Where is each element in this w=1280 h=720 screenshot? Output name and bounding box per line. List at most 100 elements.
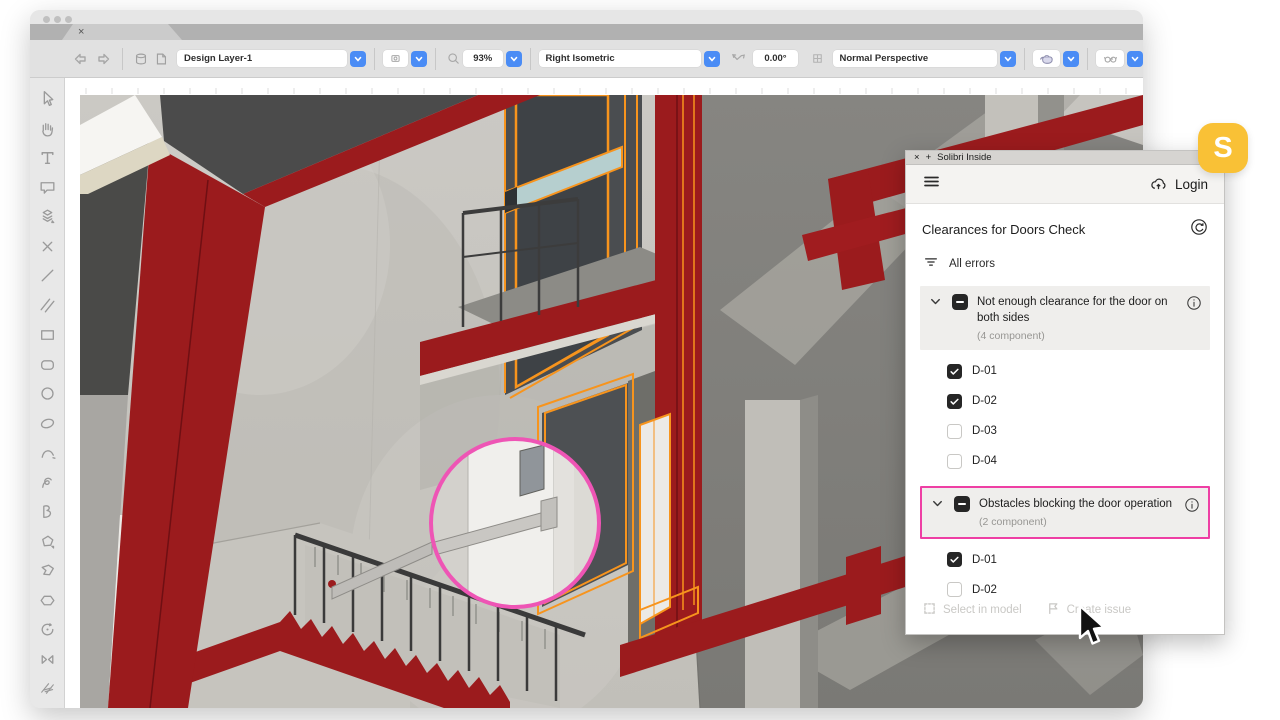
rotation-angle-field[interactable]: 0.00° — [753, 50, 797, 67]
render-mode-chevron-button[interactable] — [1063, 51, 1079, 67]
component-label: D-04 — [972, 455, 997, 467]
tool-layers-icon[interactable] — [33, 202, 61, 232]
solibri-logo: S — [1198, 123, 1248, 173]
component-list: D-01 D-02 D-03 D-04 — [906, 356, 1224, 476]
projection-chevron-button[interactable] — [1000, 51, 1016, 67]
projection-combo[interactable]: Normal Perspective — [833, 50, 997, 67]
component-label: D-02 — [972, 395, 997, 407]
tool-reshape-icon[interactable] — [33, 556, 61, 586]
solibri-inside-panel: × + Solibri Inside Login Clearances for … — [905, 150, 1225, 635]
saved-view-chevron-button[interactable] — [411, 51, 427, 67]
tool-freehand-icon[interactable] — [33, 468, 61, 498]
component-row[interactable]: D-01 — [906, 545, 1224, 575]
layers-stack-icon[interactable] — [133, 51, 149, 67]
tool-selection-icon[interactable] — [33, 84, 61, 114]
tool-rectangle-icon[interactable] — [33, 320, 61, 350]
canvas-ruler-ticks — [80, 87, 1143, 95]
saved-view-button[interactable] — [383, 50, 408, 67]
tool-polyline-icon[interactable] — [33, 497, 61, 527]
panel-tabbar: × + Solibri Inside — [906, 151, 1224, 165]
forward-arrow-icon[interactable] — [94, 50, 112, 68]
panel-header: Login — [906, 165, 1224, 204]
menu-hamburger-icon[interactable] — [922, 172, 941, 196]
chevron-down-icon[interactable] — [928, 294, 943, 314]
zoom-level-combo[interactable]: 93% — [463, 50, 503, 67]
component-checkbox[interactable] — [947, 552, 962, 567]
render-mode-button[interactable] — [1033, 50, 1061, 67]
design-layer-chevron-button[interactable] — [350, 51, 366, 67]
rerun-check-icon[interactable] — [1190, 218, 1208, 241]
tool-circle-icon[interactable] — [33, 379, 61, 409]
error-group-label: Not enough clearance for the door on bot… — [977, 294, 1177, 343]
traffic-light-zoom[interactable] — [65, 16, 72, 23]
component-checkbox[interactable] — [947, 424, 962, 439]
error-group-header[interactable]: Obstacles blocking the door operation(2 … — [920, 486, 1210, 538]
error-group-header[interactable]: Not enough clearance for the door on bot… — [920, 286, 1210, 350]
select-in-model-button[interactable]: Select in model — [922, 601, 1022, 619]
panel-add-tab-icon[interactable]: + — [926, 152, 932, 163]
component-checkbox[interactable] — [947, 454, 962, 469]
check-title: Clearances for Doors Check — [922, 222, 1085, 237]
cloud-sync-icon — [1149, 175, 1168, 194]
visibility-glasses-button[interactable] — [1096, 50, 1124, 67]
tool-mirror-icon[interactable] — [33, 645, 61, 675]
component-row[interactable]: D-01 — [906, 356, 1224, 386]
component-label: D-01 — [972, 365, 997, 377]
component-checkbox[interactable] — [947, 582, 962, 597]
group-checkbox-indeterminate[interactable] — [952, 294, 968, 310]
component-label: D-02 — [972, 584, 997, 596]
filter-row[interactable]: All errors — [906, 252, 1224, 286]
tool-delete-icon[interactable] — [33, 232, 61, 262]
zoom-chevron-button[interactable] — [506, 51, 522, 67]
tool-palette — [30, 78, 65, 708]
component-checkbox[interactable] — [947, 364, 962, 379]
component-checkbox[interactable] — [947, 394, 962, 409]
projection-value: Normal Perspective — [840, 53, 929, 64]
tool-arc-icon[interactable] — [33, 438, 61, 468]
tool-offset-icon[interactable] — [33, 674, 61, 704]
tool-line-icon[interactable] — [33, 261, 61, 291]
tool-hexagon-icon[interactable] — [33, 586, 61, 616]
info-icon[interactable] — [1186, 295, 1202, 316]
back-arrow-icon[interactable] — [72, 50, 90, 68]
login-button[interactable]: Login — [1149, 175, 1208, 194]
chevron-down-icon[interactable] — [930, 496, 945, 516]
tool-rounded-rectangle-icon[interactable] — [33, 350, 61, 380]
tool-pan-icon[interactable] — [33, 114, 61, 144]
panel-close-icon[interactable]: × — [914, 152, 920, 163]
group-checkbox-indeterminate[interactable] — [954, 496, 970, 512]
rotation-angle-value: 0.00° — [764, 53, 786, 64]
component-label: D-03 — [972, 425, 997, 437]
component-row[interactable]: D-02 — [906, 386, 1224, 416]
panel-tab-title: Solibri Inside — [937, 152, 991, 163]
grid-icon[interactable] — [810, 51, 825, 66]
component-row[interactable]: D-04 — [906, 446, 1224, 476]
tool-text-icon[interactable] — [33, 143, 61, 173]
component-row[interactable]: D-03 — [906, 416, 1224, 446]
sheet-icon[interactable] — [153, 51, 169, 67]
info-icon[interactable] — [1184, 497, 1200, 518]
tool-callout-icon[interactable] — [33, 173, 61, 203]
error-group-label: Obstacles blocking the door operation(2 … — [979, 496, 1175, 529]
select-region-icon — [922, 601, 937, 619]
tool-double-line-icon[interactable] — [33, 291, 61, 321]
zoom-magnifier-icon[interactable] — [446, 51, 461, 66]
tool-polygon-icon[interactable] — [33, 527, 61, 557]
view-orientation-chevron-button[interactable] — [704, 51, 720, 67]
visibility-chevron-button[interactable] — [1127, 51, 1143, 67]
component-label: D-01 — [972, 554, 997, 566]
tool-ellipse-icon[interactable] — [33, 409, 61, 439]
traffic-light-close[interactable] — [43, 16, 50, 23]
flyover-angle-icon[interactable] — [730, 50, 747, 67]
traffic-light-minimize[interactable] — [54, 16, 61, 23]
component-count: (4 component) — [977, 329, 1177, 343]
check-title-row: Clearances for Doors Check — [906, 204, 1224, 252]
design-layer-combo[interactable]: Design Layer-1 — [177, 50, 347, 67]
view-orientation-combo[interactable]: Right Isometric — [539, 50, 702, 67]
tab-close-icon[interactable]: × — [78, 25, 84, 39]
document-tab[interactable]: × — [62, 24, 182, 40]
tool-rotate-icon[interactable] — [33, 615, 61, 645]
window-titlebar — [30, 10, 1143, 24]
document-tabstrip: × — [30, 24, 1143, 40]
mouse-cursor — [1076, 604, 1118, 653]
